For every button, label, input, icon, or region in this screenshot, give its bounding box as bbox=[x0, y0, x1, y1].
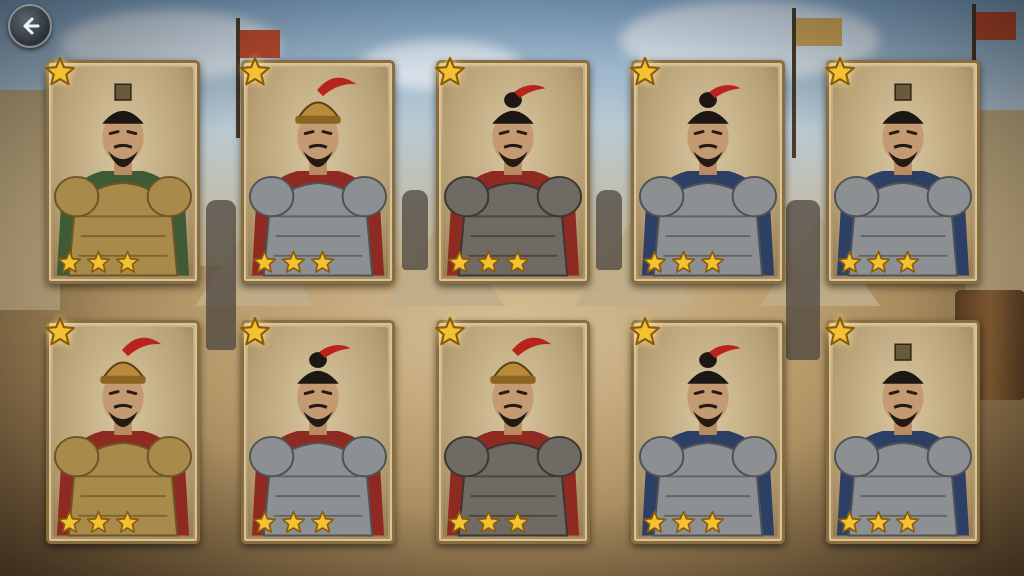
general-card-5[interactable] bbox=[826, 60, 980, 284]
star-icon bbox=[700, 250, 725, 273]
star-rating bbox=[252, 250, 335, 275]
star-icon bbox=[310, 250, 335, 273]
star-icon bbox=[115, 250, 140, 273]
star-icon bbox=[505, 250, 530, 273]
star-icon bbox=[642, 510, 667, 533]
star-icon bbox=[281, 510, 306, 533]
star-icon bbox=[447, 510, 472, 533]
star-rating bbox=[252, 510, 335, 535]
general-portrait bbox=[443, 85, 583, 277]
corner-star-icon bbox=[435, 316, 465, 346]
star-icon bbox=[86, 510, 111, 533]
star-rating bbox=[57, 510, 140, 535]
star-icon bbox=[700, 510, 725, 533]
general-portrait bbox=[53, 337, 193, 537]
star-icon bbox=[505, 510, 530, 533]
star-rating bbox=[642, 250, 725, 275]
star-icon bbox=[281, 250, 306, 273]
star-icon bbox=[57, 510, 82, 533]
general-portrait bbox=[833, 343, 973, 537]
corner-star-icon bbox=[630, 56, 660, 86]
general-card-7[interactable] bbox=[241, 320, 395, 544]
star-icon bbox=[866, 510, 891, 533]
star-icon bbox=[476, 250, 501, 273]
star-rating bbox=[447, 250, 530, 275]
general-card-6[interactable] bbox=[46, 320, 200, 544]
general-portrait bbox=[833, 83, 973, 277]
corner-star-icon bbox=[825, 316, 855, 346]
star-icon bbox=[447, 250, 472, 273]
star-icon bbox=[895, 510, 920, 533]
general-card-10[interactable] bbox=[826, 320, 980, 544]
corner-star-icon bbox=[630, 316, 660, 346]
general-portrait bbox=[248, 345, 388, 537]
star-icon bbox=[252, 510, 277, 533]
general-card-1[interactable] bbox=[46, 60, 200, 284]
corner-star-icon bbox=[825, 56, 855, 86]
star-icon bbox=[866, 250, 891, 273]
corner-star-icon bbox=[240, 56, 270, 86]
star-icon bbox=[671, 510, 696, 533]
general-portrait bbox=[638, 85, 778, 277]
star-icon bbox=[115, 510, 140, 533]
star-icon bbox=[86, 250, 111, 273]
star-icon bbox=[837, 250, 862, 273]
star-icon bbox=[476, 510, 501, 533]
star-icon bbox=[837, 510, 862, 533]
general-portrait bbox=[638, 345, 778, 537]
star-icon bbox=[671, 250, 696, 273]
general-card-grid bbox=[0, 0, 1024, 576]
corner-star-icon bbox=[45, 56, 75, 86]
star-icon bbox=[895, 250, 920, 273]
general-portrait bbox=[443, 337, 583, 537]
corner-star-icon bbox=[45, 316, 75, 346]
star-rating bbox=[837, 250, 920, 275]
star-rating bbox=[57, 250, 140, 275]
corner-star-icon bbox=[240, 316, 270, 346]
star-icon bbox=[252, 250, 277, 273]
general-card-9[interactable] bbox=[631, 320, 785, 544]
general-card-4[interactable] bbox=[631, 60, 785, 284]
star-icon bbox=[642, 250, 667, 273]
corner-star-icon bbox=[435, 56, 465, 86]
star-icon bbox=[57, 250, 82, 273]
general-card-2[interactable] bbox=[241, 60, 395, 284]
general-portrait bbox=[248, 77, 388, 277]
star-rating bbox=[642, 510, 725, 535]
general-card-8[interactable] bbox=[436, 320, 590, 544]
star-icon bbox=[310, 510, 335, 533]
star-rating bbox=[837, 510, 920, 535]
star-rating bbox=[447, 510, 530, 535]
general-card-3[interactable] bbox=[436, 60, 590, 284]
general-portrait bbox=[53, 83, 193, 277]
